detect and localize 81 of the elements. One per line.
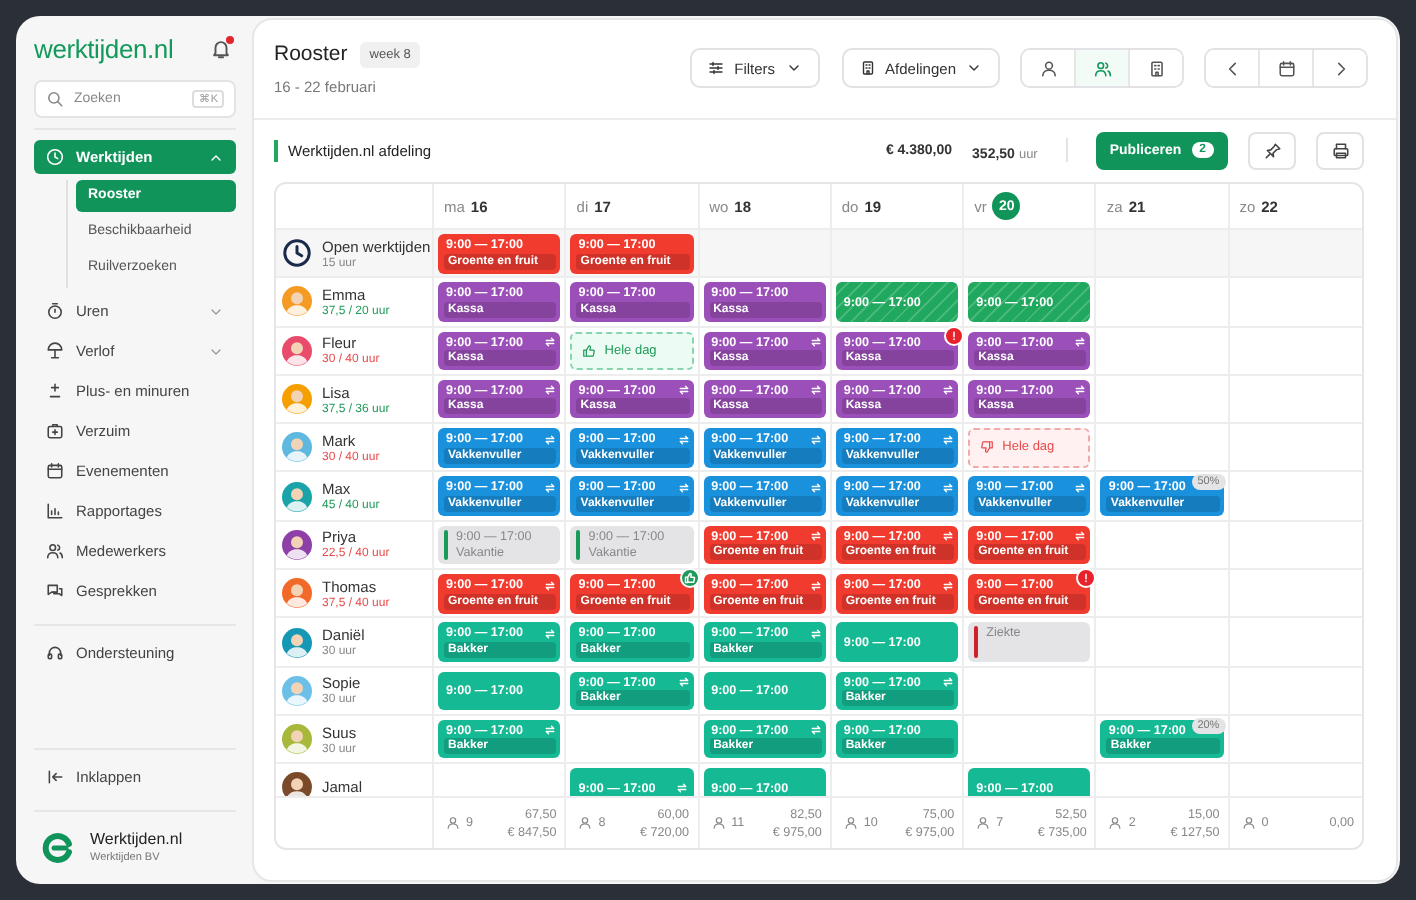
building-icon bbox=[1147, 59, 1165, 78]
person-icon bbox=[976, 816, 991, 830]
swap-icon bbox=[544, 481, 557, 494]
person-icon bbox=[843, 816, 858, 830]
page-title: Rooster bbox=[274, 42, 348, 67]
person-icon bbox=[1108, 816, 1123, 830]
swap-icon bbox=[809, 433, 822, 446]
sliders-icon bbox=[708, 60, 725, 77]
roster-cell[interactable] bbox=[1096, 570, 1230, 619]
swap-icon bbox=[544, 724, 557, 737]
swap-icon bbox=[942, 676, 955, 689]
swap-icon bbox=[544, 579, 557, 592]
swap-icon bbox=[809, 579, 822, 592]
swap-icon bbox=[942, 481, 955, 494]
people-icon bbox=[1093, 59, 1111, 78]
swap-icon bbox=[809, 724, 822, 737]
swap-icon bbox=[1074, 530, 1087, 543]
swap-icon bbox=[544, 336, 557, 349]
search-icon bbox=[46, 90, 64, 108]
swap-icon bbox=[942, 384, 955, 397]
logo: werktijden.nl bbox=[34, 33, 174, 63]
clock-icon bbox=[282, 238, 312, 269]
swap-icon bbox=[677, 433, 690, 446]
pin-icon bbox=[1263, 141, 1281, 160]
view-switcher[interactable] bbox=[1020, 48, 1184, 89]
building-icon bbox=[859, 60, 876, 77]
roster-cell[interactable] bbox=[1096, 521, 1230, 571]
swap-icon bbox=[1074, 384, 1087, 397]
roster-cell[interactable] bbox=[566, 715, 700, 765]
swap-icon bbox=[809, 384, 822, 397]
swap-icon bbox=[677, 481, 690, 494]
roster-cell[interactable] bbox=[1229, 230, 1362, 279]
view-toggle[interactable] bbox=[1022, 50, 1076, 87]
first-aid-icon bbox=[46, 422, 64, 440]
chat-icon bbox=[46, 582, 64, 600]
swap-icon bbox=[809, 627, 822, 640]
roster-cell[interactable] bbox=[1096, 667, 1230, 716]
pin-button[interactable] bbox=[1248, 131, 1296, 170]
swap-icon bbox=[942, 530, 955, 543]
calendar-icon bbox=[1277, 59, 1295, 78]
people-icon bbox=[46, 542, 64, 560]
thumbs-down-icon bbox=[980, 440, 995, 455]
swap-icon bbox=[544, 384, 557, 397]
swap-icon bbox=[809, 336, 822, 349]
swap-icon bbox=[1074, 481, 1087, 494]
swap-icon bbox=[544, 433, 557, 446]
swap-icon bbox=[1074, 336, 1087, 349]
roster-cell[interactable] bbox=[699, 230, 832, 279]
swap-icon bbox=[809, 481, 822, 494]
view-toggle[interactable] bbox=[1076, 50, 1130, 87]
swap-icon bbox=[677, 384, 690, 397]
person-icon bbox=[1241, 816, 1256, 830]
roster-cell[interactable] bbox=[1096, 424, 1230, 473]
company-logo bbox=[42, 831, 74, 863]
person-icon bbox=[446, 816, 460, 830]
bar-chart-icon bbox=[46, 502, 64, 520]
calendar-icon bbox=[46, 462, 64, 480]
swap-icon bbox=[677, 676, 690, 689]
roster-cell[interactable] bbox=[964, 230, 1097, 279]
company-name: Werktijden.nl bbox=[90, 830, 183, 848]
printer-icon bbox=[1331, 141, 1349, 160]
roster-cell[interactable] bbox=[831, 230, 965, 279]
person-icon bbox=[1039, 59, 1057, 78]
clock-icon bbox=[46, 148, 64, 166]
stopwatch-icon bbox=[46, 302, 64, 320]
swap-icon bbox=[942, 433, 955, 446]
umbrella-icon bbox=[46, 342, 64, 360]
print-button[interactable] bbox=[1316, 131, 1364, 170]
swap-icon bbox=[675, 782, 688, 795]
thumbs-up-icon bbox=[582, 343, 597, 358]
notification-icon[interactable] bbox=[210, 37, 232, 59]
swap-icon bbox=[942, 579, 955, 592]
roster-cell[interactable] bbox=[964, 715, 1097, 765]
chevron-left-icon bbox=[1223, 59, 1241, 78]
swap-icon bbox=[809, 530, 822, 543]
headset-icon bbox=[46, 644, 64, 662]
collapse-icon bbox=[46, 768, 64, 786]
person-icon bbox=[578, 816, 593, 830]
swap-icon bbox=[544, 627, 557, 640]
plus-minus-icon bbox=[46, 382, 64, 400]
person-icon bbox=[711, 816, 726, 830]
